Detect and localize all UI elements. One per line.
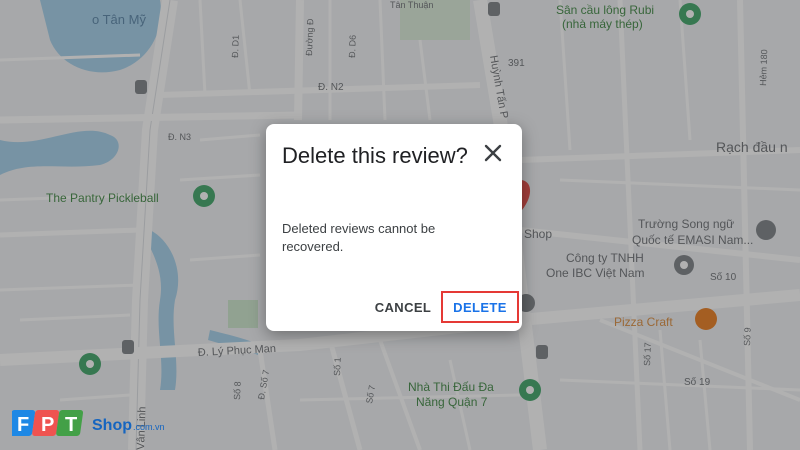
delete-button[interactable]: DELETE xyxy=(441,291,519,323)
svg-text:P: P xyxy=(41,414,54,436)
cancel-button[interactable]: CANCEL xyxy=(370,292,436,322)
svg-text:F: F xyxy=(17,414,29,436)
delete-review-dialog: Delete this review? Deleted reviews cann… xyxy=(266,124,522,331)
dialog-message: Deleted reviews cannot be recovered. xyxy=(282,221,436,254)
svg-text:.com.vn: .com.vn xyxy=(133,422,165,432)
dialog-title: Delete this review? xyxy=(282,143,468,168)
svg-text:T: T xyxy=(65,414,77,436)
close-icon[interactable] xyxy=(480,140,506,166)
fpt-shop-logo: F P T Shop .com.vn xyxy=(8,406,172,447)
svg-text:Shop: Shop xyxy=(92,417,132,434)
